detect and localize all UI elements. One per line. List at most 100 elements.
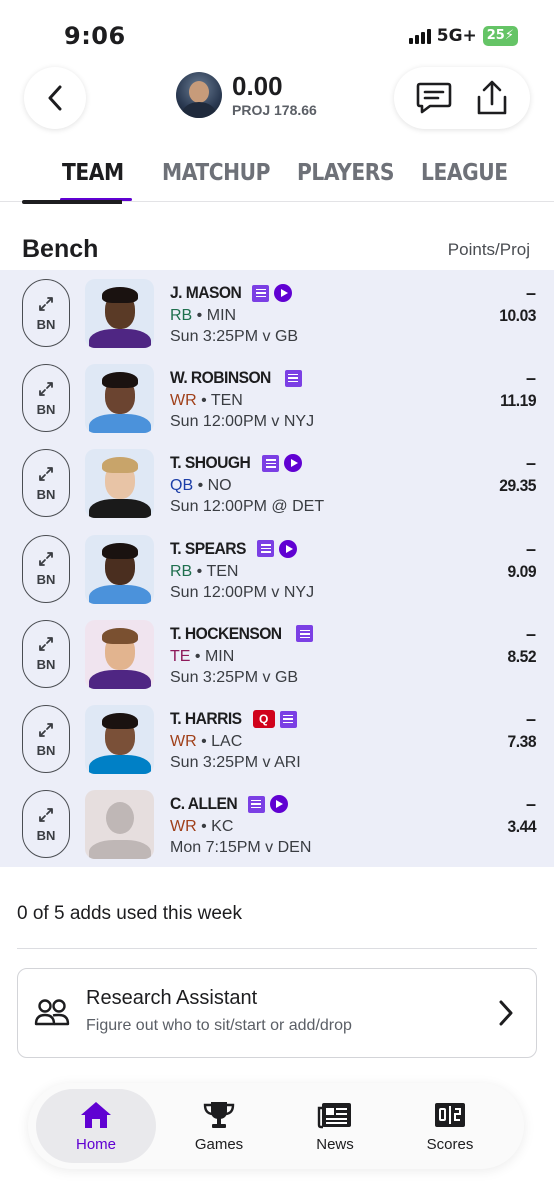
swap-icon bbox=[39, 637, 53, 652]
player-actual-points: – bbox=[525, 538, 536, 559]
player-game: Sun 3:25PM v GB bbox=[170, 668, 299, 686]
slot-swap-button[interactable]: BN bbox=[22, 705, 70, 773]
chat-icon[interactable] bbox=[416, 81, 452, 115]
player-projected-points: 8.52 bbox=[507, 646, 536, 666]
player-team: NO bbox=[207, 477, 232, 495]
player-info: T. HOCKENSON TE • MIN Sun 3:25PM v GB bbox=[170, 623, 314, 687]
slot-swap-button[interactable]: BN bbox=[22, 619, 70, 688]
note-icon[interactable] bbox=[284, 369, 302, 387]
status-indicators: 5G+ 25⚡ bbox=[408, 26, 518, 46]
player-team: MIN bbox=[204, 647, 235, 665]
nav-games[interactable]: Games bbox=[159, 1089, 279, 1163]
player-game: Sun 12:00PM @ DET bbox=[170, 498, 325, 516]
player-row[interactable]: BN J. MASON RB • MIN Sun 3:25PM v GB – 1… bbox=[0, 270, 554, 355]
player-points: – 8.52 bbox=[505, 625, 536, 667]
tab-team[interactable]: TEAM bbox=[62, 160, 124, 186]
slot-swap-button[interactable]: BN bbox=[22, 790, 70, 859]
bench-roster: BN J. MASON RB • MIN Sun 3:25PM v GB – 1… bbox=[0, 270, 554, 867]
header-actions bbox=[394, 67, 530, 129]
player-headshot[interactable] bbox=[85, 449, 154, 519]
team-projection: PROJ 178.66 bbox=[232, 101, 317, 118]
play-icon[interactable] bbox=[274, 284, 293, 302]
player-info: J. MASON RB • MIN Sun 3:25PM v GB bbox=[170, 283, 299, 345]
player-actual-points: – bbox=[525, 623, 536, 644]
player-row[interactable]: BN W. ROBINSON WR • TEN Sun 12:00PM v NY… bbox=[0, 355, 554, 440]
slot-swap-button[interactable]: BN bbox=[22, 449, 70, 518]
starters-header-scrolled bbox=[22, 200, 122, 208]
player-headshot[interactable] bbox=[85, 279, 154, 348]
player-position: WR bbox=[170, 818, 197, 836]
note-icon[interactable] bbox=[262, 454, 280, 472]
player-name[interactable]: T. SHOUGH bbox=[170, 453, 251, 473]
divider bbox=[17, 948, 537, 949]
player-team: TEN bbox=[206, 562, 239, 580]
slot-label: BN bbox=[36, 316, 56, 332]
player-row[interactable]: BN T. HOCKENSON TE • MIN Sun 3:25PM v GB… bbox=[0, 611, 554, 696]
player-points: – 10.03 bbox=[496, 284, 536, 326]
swap-icon bbox=[39, 552, 53, 566]
player-projected-points: 9.09 bbox=[507, 561, 536, 581]
battery-level: 25 bbox=[486, 28, 505, 43]
points-proj-header: Points/Proj bbox=[447, 240, 530, 259]
player-info: W. ROBINSON WR • TEN Sun 12:00PM v NYJ bbox=[170, 368, 315, 431]
status-time: 9:06 bbox=[64, 22, 126, 50]
back-button[interactable] bbox=[24, 67, 86, 129]
nav-home[interactable]: Home bbox=[36, 1089, 156, 1163]
slot-label: BN bbox=[36, 742, 56, 758]
player-actual-points: – bbox=[525, 368, 536, 389]
player-game: Sun 12:00PM v NYJ bbox=[170, 583, 315, 601]
people-icon bbox=[34, 999, 70, 1026]
tab-league[interactable]: LEAGUE bbox=[421, 160, 508, 186]
player-actual-points: – bbox=[525, 453, 536, 474]
player-game: Sun 3:25PM v GB bbox=[170, 328, 299, 345]
battery-icon: 25⚡ bbox=[482, 26, 518, 46]
slot-swap-button[interactable]: BN bbox=[22, 279, 70, 347]
team-avatar bbox=[176, 72, 222, 118]
status-bar: 9:06 5G+ 25⚡ bbox=[0, 0, 554, 66]
swap-icon bbox=[39, 381, 53, 396]
player-headshot[interactable] bbox=[85, 534, 154, 604]
slot-swap-button[interactable]: BN bbox=[22, 364, 70, 433]
player-row[interactable]: BN T. SPEARS RB • TEN Sun 12:00PM v NYJ … bbox=[0, 526, 554, 611]
play-icon[interactable] bbox=[269, 795, 288, 814]
player-headshot[interactable] bbox=[85, 619, 154, 689]
bench-title: Bench bbox=[22, 235, 99, 263]
note-icon[interactable] bbox=[279, 710, 297, 728]
swap-icon bbox=[39, 296, 53, 311]
note-icon[interactable] bbox=[257, 540, 275, 558]
tab-matchup[interactable]: MATCHUP bbox=[162, 160, 270, 186]
nav-home-label: Home bbox=[75, 1135, 116, 1153]
player-row[interactable]: BN T. HARRIS Q WR • LAC Sun 3:25PM v ARI … bbox=[0, 696, 554, 781]
share-icon[interactable] bbox=[476, 80, 508, 116]
play-icon[interactable] bbox=[279, 539, 298, 558]
player-name[interactable]: T. HARRIS bbox=[170, 709, 242, 729]
player-row[interactable]: BN C. ALLEN WR • KC Mon 7:15PM v DEN – 3… bbox=[0, 781, 554, 866]
player-name[interactable]: C. ALLEN bbox=[170, 794, 238, 814]
slot-swap-button[interactable]: BN bbox=[22, 534, 70, 603]
note-icon[interactable] bbox=[296, 625, 314, 643]
player-name[interactable]: W. ROBINSON bbox=[170, 368, 271, 388]
player-headshot[interactable] bbox=[85, 364, 154, 434]
player-name[interactable]: J. MASON bbox=[170, 283, 242, 303]
player-name[interactable]: T. SPEARS bbox=[170, 539, 246, 559]
play-icon[interactable] bbox=[284, 454, 303, 473]
nav-news[interactable]: News bbox=[275, 1089, 395, 1163]
header: 0.00 PROJ 178.66 bbox=[0, 66, 554, 132]
research-assistant-card[interactable]: Research Assistant Figure out who to sit… bbox=[17, 968, 537, 1058]
player-name[interactable]: T. HOCKENSON bbox=[170, 624, 282, 644]
research-title: Research Assistant bbox=[86, 987, 258, 1009]
nav-scores[interactable]: Scores bbox=[390, 1089, 510, 1163]
note-icon[interactable] bbox=[252, 284, 270, 302]
player-headshot[interactable] bbox=[85, 790, 154, 860]
nav-news-label: News bbox=[316, 1135, 354, 1153]
tab-players[interactable]: PLAYERS bbox=[297, 160, 394, 186]
home-icon bbox=[81, 1101, 111, 1128]
player-position: TE bbox=[170, 647, 191, 665]
note-icon[interactable] bbox=[247, 795, 265, 813]
player-headshot[interactable] bbox=[85, 705, 154, 774]
team-summary[interactable]: 0.00 PROJ 178.66 bbox=[176, 72, 317, 118]
player-info: T. HARRIS Q WR • LAC Sun 3:25PM v ARI bbox=[170, 709, 301, 771]
player-row[interactable]: BN T. SHOUGH QB • NO Sun 12:00PM @ DET –… bbox=[0, 440, 554, 525]
player-points: – 3.44 bbox=[505, 795, 536, 837]
swap-icon bbox=[39, 466, 53, 481]
